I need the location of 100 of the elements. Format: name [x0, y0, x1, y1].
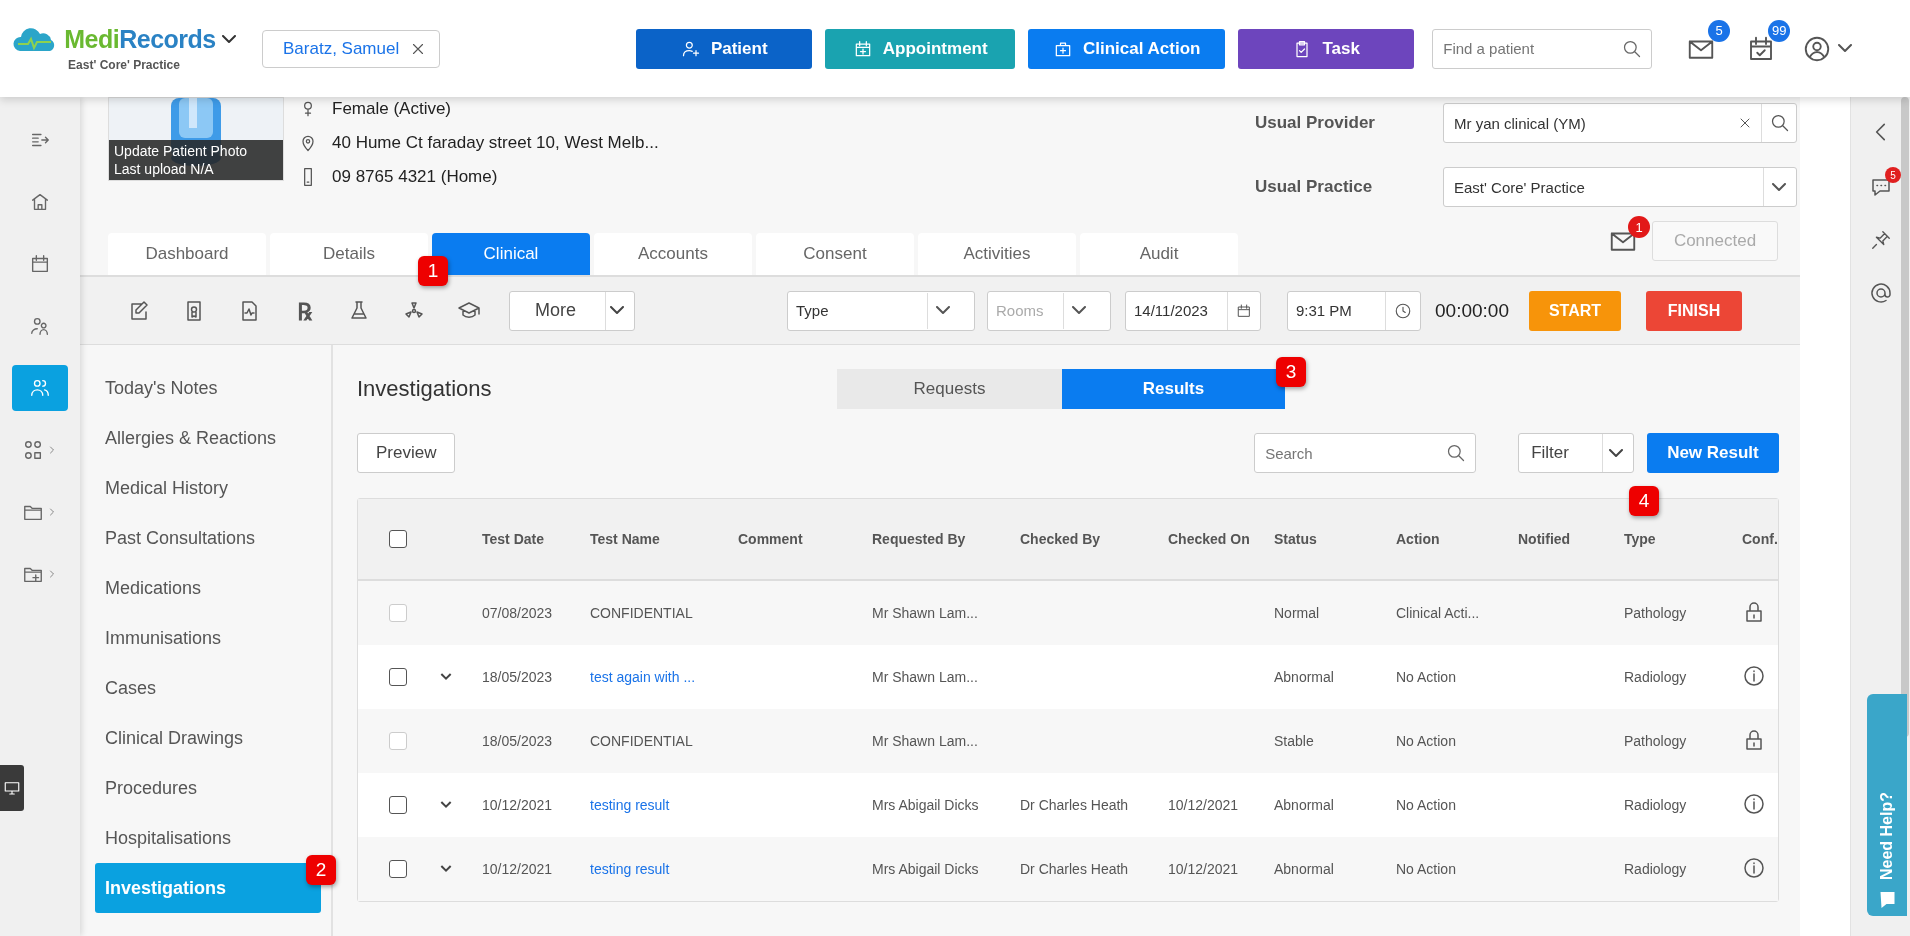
- table-cell-text: Dr Charles Heath: [1020, 861, 1130, 877]
- patient-search-field[interactable]: Find a patient: [1432, 28, 1653, 69]
- table-cell-text: Mr Shawn Lam...: [872, 733, 979, 749]
- at-sign-icon: [1869, 281, 1893, 305]
- annotation-marker: 3: [1276, 357, 1306, 387]
- calendar-icon: [1236, 302, 1252, 319]
- type-select[interactable]: Type: [787, 290, 975, 331]
- section-menu-item[interactable]: Cases: [95, 663, 321, 713]
- tab[interactable]: Accounts: [594, 233, 752, 275]
- caret-icon: [936, 306, 950, 315]
- section-menu-item[interactable]: Allergies & Reactions: [95, 413, 321, 463]
- new-task-button[interactable]: Task: [1238, 28, 1415, 69]
- section-title: Investigations: [357, 376, 493, 402]
- prescription-button[interactable]: ℞: [281, 290, 327, 331]
- section-menu-item[interactable]: Past Consultations: [95, 513, 321, 563]
- filter-dropdown[interactable]: Filter: [1518, 433, 1635, 473]
- tab[interactable]: Audit: [1080, 233, 1238, 275]
- column-header: Action: [1396, 530, 1441, 548]
- app-logo[interactable]: MediRecords: [64, 25, 216, 54]
- section-menu-item[interactable]: Clinical Drawings: [95, 713, 321, 763]
- monitor-tab[interactable]: [0, 765, 24, 811]
- row-checkbox[interactable]: [389, 668, 407, 686]
- chat-count-badge: 5: [1885, 167, 1901, 183]
- table-cell-text: Abnormal: [1274, 797, 1335, 813]
- new-clinical-button[interactable]: Clinical Action: [1028, 28, 1226, 69]
- table-cell-text: Mrs Abigail Dicks: [872, 797, 980, 813]
- info-icon: [1742, 855, 1766, 880]
- table-cell-text: Abnormal: [1274, 669, 1335, 685]
- test-name-link[interactable]: testing result: [590, 861, 738, 877]
- table-cell-text: Radiology: [1624, 669, 1688, 685]
- scrollbar[interactable]: [1901, 97, 1909, 737]
- new-patient-button[interactable]: Patient: [636, 28, 813, 69]
- table-cell-text: 10/12/2021: [1168, 797, 1240, 813]
- section-menu-item[interactable]: Medications: [95, 563, 321, 613]
- caret-icon: [1072, 306, 1086, 315]
- search-field[interactable]: Search: [1254, 433, 1477, 473]
- home-icon: [29, 191, 51, 213]
- info-icon: [1742, 791, 1766, 816]
- chat-bubble-icon: [1879, 892, 1895, 908]
- info-icon: [1742, 663, 1766, 688]
- caret-icon: [610, 306, 624, 315]
- table-cell-text: No Action: [1396, 733, 1457, 749]
- patient-address: 40 Hume Ct faraday street 10, West Melb...: [332, 133, 659, 153]
- finish-button[interactable]: FINISH: [1645, 290, 1742, 331]
- patient-chip[interactable]: Baratz, Samuel: [262, 29, 441, 68]
- row-checkbox[interactable]: [389, 860, 407, 878]
- tab[interactable]: Dashboard: [108, 233, 266, 275]
- section-menu-item[interactable]: Procedures: [95, 763, 321, 813]
- timer: 00:00:00: [1435, 299, 1509, 322]
- column-header: Checked On: [1168, 530, 1251, 548]
- column-header: Test Name: [590, 530, 661, 548]
- table-cell-text: No Action: [1396, 669, 1457, 685]
- search-icon: [1770, 113, 1790, 133]
- section-menu-item[interactable]: Today's Notes: [95, 363, 321, 413]
- more-dropdown[interactable]: More: [509, 290, 635, 331]
- tab[interactable]: Consent: [756, 233, 914, 275]
- annotation-marker: 1: [418, 256, 448, 286]
- annotation-marker: 4: [1629, 486, 1659, 516]
- table-cell-text: Pathology: [1624, 605, 1688, 621]
- row-checkbox[interactable]: [389, 796, 407, 814]
- table-cell-text: 18/05/2023: [482, 733, 554, 749]
- view-toggle[interactable]: Results: [1062, 369, 1285, 409]
- usual-provider-field[interactable]: Mr yan clinical (YM): [1443, 103, 1797, 143]
- section-menu-item[interactable]: Medical History: [95, 463, 321, 513]
- column-header: Status: [1274, 530, 1318, 548]
- patient-phone: 09 8765 4321 (Home): [332, 167, 498, 187]
- photo-caption[interactable]: Last upload N/A: [114, 160, 278, 178]
- field-label: Usual Practice: [1255, 177, 1374, 197]
- table-cell-text: 10/12/2021: [1168, 861, 1240, 877]
- patients-icon: [29, 377, 51, 399]
- view-toggle[interactable]: Requests: [837, 369, 1062, 409]
- preview-button[interactable]: Preview: [357, 433, 456, 473]
- table-cell-text: Normal: [1274, 605, 1321, 621]
- column-header: Comment: [738, 530, 804, 548]
- test-name-link[interactable]: testing result: [590, 797, 738, 813]
- table-cell-text: 18/05/2023: [482, 669, 554, 685]
- column-header: Checked By: [1020, 530, 1102, 548]
- usual-practice-dropdown[interactable]: East' Core' Practice: [1443, 167, 1797, 207]
- test-name-link[interactable]: test again with ...: [590, 669, 738, 685]
- mail-count-badge: 5: [1708, 19, 1731, 42]
- section-menu-item[interactable]: Immunisations: [95, 613, 321, 663]
- caret-icon: [1838, 44, 1853, 53]
- caret-icon: [221, 35, 236, 44]
- caret-icon: [1609, 448, 1624, 458]
- select-all-checkbox[interactable]: [389, 530, 407, 548]
- new-result-button[interactable]: New Result: [1647, 433, 1779, 473]
- calendar-count-badge: 99: [1768, 19, 1791, 42]
- tab[interactable]: Details: [270, 233, 428, 275]
- field-label: Usual Provider: [1255, 113, 1376, 133]
- photo-caption[interactable]: Update Patient Photo: [114, 142, 278, 160]
- table-cell-text: Dr Charles Heath: [1020, 797, 1130, 813]
- column-header: Test Date: [482, 530, 545, 548]
- patient-sex: Female (Active): [332, 99, 452, 119]
- time-field[interactable]: 9:31 PM: [1287, 290, 1421, 331]
- table-cell-text: Mrs Abigail Dicks: [872, 861, 980, 877]
- date-field[interactable]: 14/11/2023: [1125, 290, 1261, 331]
- search-icon: [1622, 38, 1643, 59]
- tab[interactable]: Activities: [918, 233, 1076, 275]
- table-cell-text: Mr Shawn Lam...: [872, 669, 979, 685]
- annotation-marker: 2: [306, 855, 336, 885]
